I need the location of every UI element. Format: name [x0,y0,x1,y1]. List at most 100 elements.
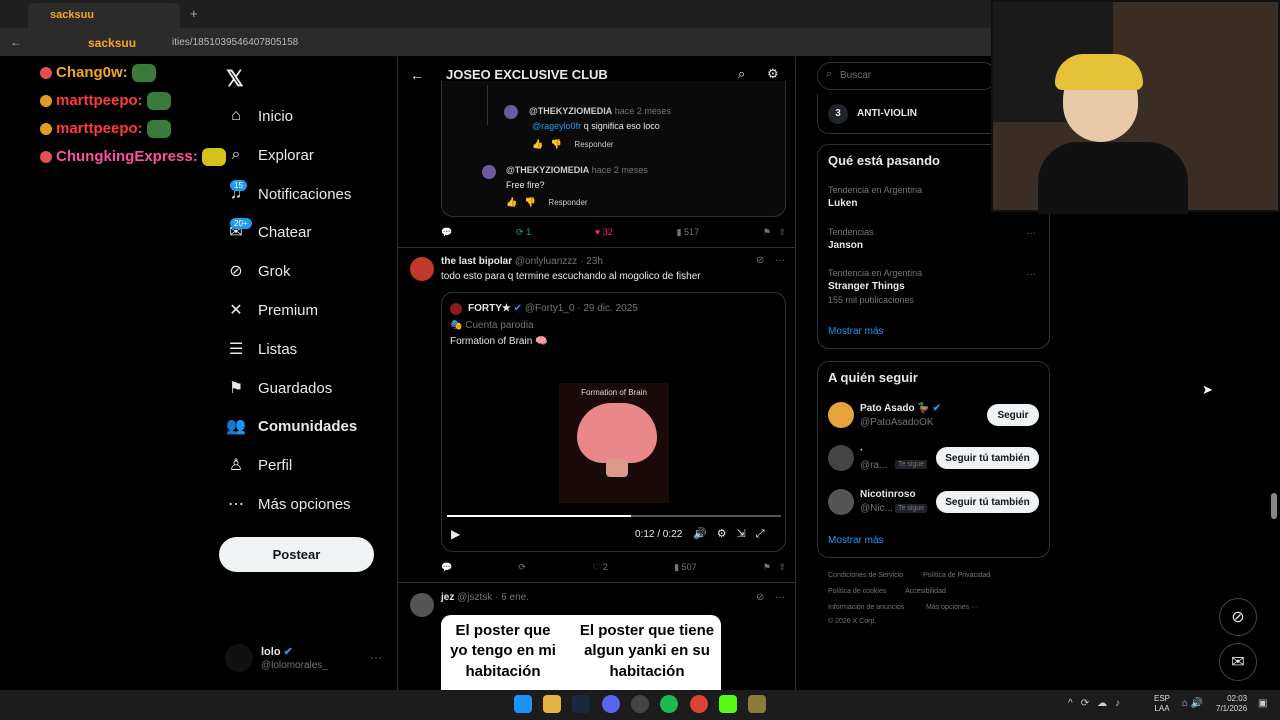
retweet-button[interactable]: ⟳ [518,562,526,573]
nav-premium[interactable]: ✕ Premium [226,294,396,326]
meme-image[interactable]: El poster que yo tengo en mi habitación … [441,615,721,690]
search-input[interactable]: Buscar [817,62,997,90]
steam-icon[interactable] [572,695,590,713]
reply-icon[interactable]: 💬 [441,562,452,573]
nav-communities[interactable]: 👥 Comunidades [226,410,396,442]
nav-profile[interactable]: ♙ Perfil [226,449,396,481]
scrollbar-thumb[interactable] [1271,493,1277,519]
browser-tab[interactable]: sacksuu [28,3,180,28]
new-tab-button[interactable]: + [190,6,198,21]
trend-item[interactable]: Tendencia en Argentina Luken [828,185,922,209]
nav-chat[interactable]: ✉ 20+ Chatear [226,216,396,248]
language-indicator[interactable]: ESP LAA [1154,694,1170,715]
avatar[interactable] [410,593,434,617]
avatar[interactable] [828,489,854,515]
footer-link[interactable]: Política de cookies [828,588,886,595]
grok-icon[interactable]: ⊘ [756,255,764,266]
video-controls[interactable]: 🔊⚙⇲⤢ [693,527,775,541]
bookmark-icon[interactable]: ⚑ ⇧ [763,562,786,573]
x-logo-icon[interactable]: 𝕏 [226,66,244,92]
post-text: todo esto para q termine escuchando al m… [441,271,701,282]
app-icon[interactable] [748,695,766,713]
video-player[interactable]: Formation of Brain ▶ 0:12 / 0:22 🔊⚙⇲⤢ [443,353,785,551]
grok-icon: ⊘ [229,263,243,280]
reply-icon[interactable]: 💬 [441,227,452,238]
system-tray[interactable]: ^⟳☁♪ [1068,698,1128,709]
chrome-icon[interactable] [690,695,708,713]
avatar[interactable] [828,445,854,471]
views-count[interactable]: ▮ 517 [677,227,699,238]
follow-handle: @ra... [860,460,888,471]
search-icon: ⌕ [826,68,833,80]
follow-button[interactable]: Seguir [987,404,1039,426]
clock[interactable]: 02:03 7/1/2026 [1216,694,1247,715]
footer-link[interactable]: Accesibilidad [905,588,946,595]
windows-start-icon[interactable] [514,695,532,713]
more-icon[interactable]: ··· [775,255,785,266]
retweet-button[interactable]: ⟳ 1 [516,227,531,238]
show-more-link[interactable]: Mostrar más [828,535,884,546]
follow-back-button[interactable]: Seguir tú también [936,491,1039,513]
nav-more[interactable]: ⋯ Más opciones [226,488,396,520]
follow-back-button[interactable]: Seguir tú también [936,447,1039,469]
quoted-thread-card[interactable]: @THEKYZIOMEDIA hace 2 meses @rageylo0fr … [441,81,786,217]
trend-item[interactable]: Tendencia en Argentina Stranger Things 155… [828,268,922,305]
top-community-name[interactable]: ANTI-VIOLIN [857,108,917,119]
post-actions: 💬 ⟳ 1 ♥ 32 ▮ 517 ⚑ ⇧ [441,227,786,238]
footer-link[interactable]: Información de anuncios [828,604,904,611]
nav-lists[interactable]: ☰ Listas [226,333,396,365]
grok-float-button[interactable]: ⊘ [1219,598,1257,636]
reply-text: @rageylo0fr q significa eso loco [532,121,660,131]
search-icon[interactable]: ⌕ [738,66,745,82]
back-icon[interactable]: ← [10,35,22,49]
views-count[interactable]: ▮ 507 [674,562,696,573]
messages-float-button[interactable]: ✉ [1219,643,1257,681]
grok-icon[interactable]: ⊘ [756,592,764,603]
network-volume-icon[interactable]: ⌂ 🔊 [1182,698,1203,709]
like-button[interactable]: ♡ 2 [592,562,608,573]
divider [398,247,795,248]
spotify-icon[interactable] [660,695,678,713]
video-progress-track[interactable] [447,515,781,517]
obs-icon[interactable] [631,695,649,713]
follow-title: A quién seguir [828,370,918,385]
avatar [482,165,496,179]
post-header: jez @jsztsk · 6 ene. [441,592,529,603]
bookmark-icon[interactable]: ⚑ ⇧ [763,227,786,238]
account-menu-icon[interactable]: ··· [370,650,382,664]
avatar[interactable] [828,402,854,428]
more-icon[interactable]: ··· [775,592,785,603]
more-icon[interactable]: ··· [1026,228,1036,239]
quote-text: Formation of Brain 🧠 [450,336,548,347]
reply-actions: 👍 👎 Responder [506,197,588,207]
brain-image [577,403,657,463]
nav-explore[interactable]: ⌕ Explorar [226,139,396,171]
nav-bookmarks[interactable]: ⚑ Guardados [226,372,396,404]
reply-link[interactable]: Responder [574,140,613,149]
trend-item[interactable]: Tendencias Janson [828,227,874,251]
notification-icon[interactable]: ▣ [1258,698,1267,709]
post-button[interactable]: Postear [219,537,374,572]
footer-link[interactable]: Condiciones de Servicio [828,572,903,579]
gear-icon[interactable]: ⚙ [767,66,779,82]
avatar[interactable] [225,644,253,672]
nav-grok[interactable]: ⊘ Grok [226,255,396,287]
video-progress-fill [447,515,631,517]
more-icon[interactable]: ··· [1026,269,1036,280]
file-explorer-icon[interactable] [543,695,561,713]
footer-link[interactable]: Política de Privacidad [923,572,990,579]
show-more-link[interactable]: Mostrar más [828,326,884,337]
kick-icon[interactable] [719,695,737,713]
play-icon[interactable]: ▶ [451,527,460,541]
quote-card[interactable]: FORTY★ ✔ @Forty1_0 · 29 dic. 2025 🎭 Cuen… [441,292,786,552]
footer-link[interactable]: Más opciones ··· [926,604,978,611]
avatar [504,105,518,119]
like-button[interactable]: ♥ 32 [595,227,613,238]
back-arrow-icon[interactable]: ← [410,67,424,83]
nav-home[interactable]: ⌂ Inicio [226,100,396,132]
search-icon: ⌕ [231,146,241,163]
reply-link[interactable]: Responder [548,198,587,207]
nav-notifications[interactable]: ♫ 15 Notificaciones [226,178,396,210]
discord-icon[interactable] [602,695,620,713]
avatar[interactable] [410,257,434,281]
